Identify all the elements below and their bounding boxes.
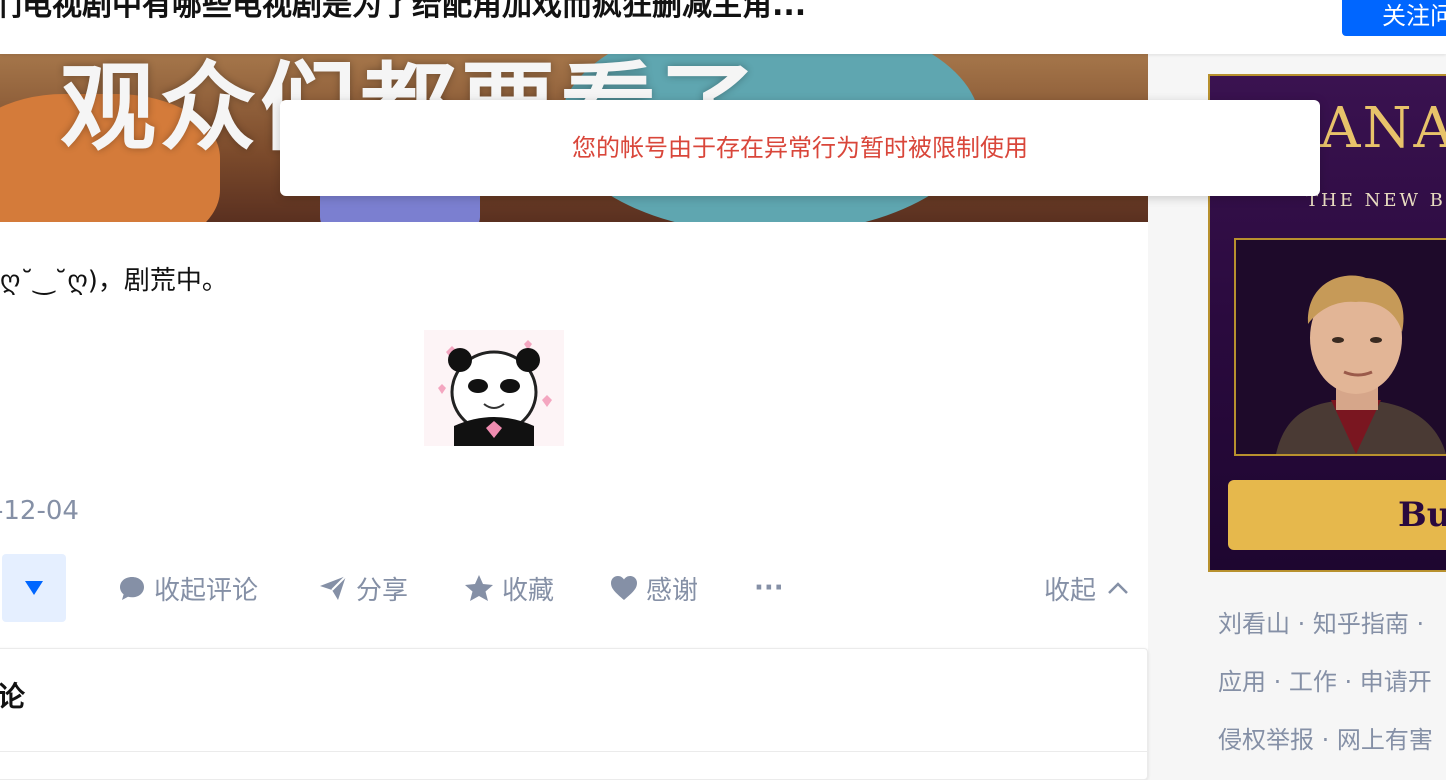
footer-links-row[interactable]: 刘看山 · 知乎指南 · xyxy=(1218,604,1424,639)
footer-links-row[interactable]: 应用 · 工作 · 申请开 xyxy=(1218,662,1432,697)
vote-down-button[interactable] xyxy=(2,554,66,622)
more-dots-icon: ··· xyxy=(754,573,784,603)
paper-plane-icon xyxy=(320,575,347,600)
account-restricted-toast: 您的帐号由于存在异常行为暂时被限制使用 xyxy=(280,100,1320,196)
chevron-up-icon xyxy=(1108,582,1128,594)
answer-text: ღ˘‿˘ღ)，剧荒中。 xyxy=(0,266,228,296)
ad-subtitle: THE NEW B xyxy=(1306,190,1446,211)
panda-sticker-image xyxy=(424,330,564,446)
favorite-button[interactable]: 收藏 xyxy=(464,566,554,610)
follow-question-button[interactable]: 关注问 xyxy=(1342,0,1446,36)
ad-title: ANA xyxy=(1320,96,1446,161)
star-icon xyxy=(465,575,493,601)
toggle-comments-label: 收起评论 xyxy=(154,575,259,606)
more-options-button[interactable]: ··· xyxy=(754,566,784,610)
toggle-comments-button[interactable]: 收起评论 xyxy=(118,566,258,610)
comments-panel: 论 xyxy=(0,648,1148,780)
collapse-label: 收起 xyxy=(1044,575,1097,606)
question-title[interactable]: 们电视剧中有哪些电视剧是为了给配角加戏而疯狂删减主角... xyxy=(0,0,806,28)
comments-title: 论 xyxy=(0,680,26,713)
thanks-button[interactable]: 感谢 xyxy=(610,566,698,610)
share-label: 分享 xyxy=(356,575,409,606)
triangle-down-icon xyxy=(25,581,43,595)
answer-date[interactable]: -12-04 xyxy=(0,496,79,526)
page-header: 们电视剧中有哪些电视剧是为了给配角加戏而疯狂删减主角... 关注问 xyxy=(0,0,1446,54)
divider xyxy=(0,751,1147,752)
footer-links-row[interactable]: 侵权举报 · 网上有害 xyxy=(1218,720,1433,755)
comment-icon xyxy=(120,577,144,600)
thanks-label: 感谢 xyxy=(646,575,699,606)
ad-cta-button[interactable]: Bu xyxy=(1228,480,1446,550)
collapse-answer-button[interactable]: 收起 xyxy=(1044,566,1130,610)
ad-portrait-image xyxy=(1234,238,1446,456)
favorite-label: 收藏 xyxy=(502,575,555,606)
share-button[interactable]: 分享 xyxy=(318,566,408,610)
heart-icon xyxy=(611,576,637,600)
